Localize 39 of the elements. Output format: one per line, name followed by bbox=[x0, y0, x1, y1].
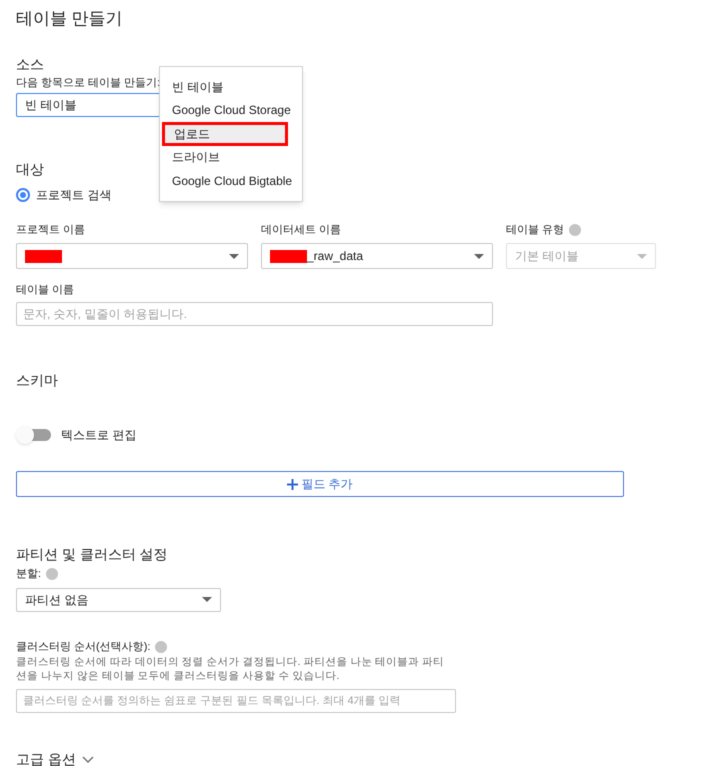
help-icon[interactable] bbox=[46, 568, 58, 580]
section-heading: 소스 bbox=[16, 55, 44, 73]
field-label: 데이터세트 이름 bbox=[261, 222, 342, 238]
field-label: 분할: bbox=[16, 567, 42, 582]
field-label: 테이블 유형 bbox=[506, 222, 564, 238]
select-field[interactable] bbox=[16, 243, 248, 269]
redaction-block bbox=[270, 250, 307, 262]
radio-button[interactable] bbox=[16, 188, 30, 202]
select-value: 기본 테이블 bbox=[515, 248, 578, 265]
select-field[interactable]: _raw_data bbox=[261, 243, 493, 269]
add-field-button[interactable]: 필드 추가 bbox=[16, 471, 624, 497]
section-heading: 스키마 bbox=[16, 371, 58, 389]
field-label: 클러스터링 순서(선택사항): bbox=[16, 640, 150, 654]
page-title: 테이블 만들기 bbox=[16, 8, 124, 30]
help-icon[interactable] bbox=[155, 640, 168, 653]
partition-select[interactable]: 파티션 없음 bbox=[16, 588, 221, 612]
plus-icon bbox=[287, 478, 298, 490]
help-text: 클러스터링 순서에 따라 데이터의 정렬 순서가 결정됩니다. 파티션을 나눈 테이블과 파티션을 나누지 않은 테이블 모두에 클러스터링을 사용할 수 있습니다. bbox=[16, 655, 446, 683]
dropdown-caret-icon bbox=[637, 254, 647, 258]
section-heading: 파티션 및 클러스터 설정 bbox=[16, 545, 168, 563]
section-heading: 대상 bbox=[16, 160, 44, 178]
field-label: 다음 항목으로 테이블 만들기: bbox=[16, 76, 160, 90]
chevron-icon bbox=[82, 756, 94, 763]
dropdown-caret-icon bbox=[474, 254, 484, 258]
select-value: _raw_data bbox=[307, 248, 364, 265]
toggle-switch[interactable] bbox=[16, 427, 51, 443]
advanced-options-toggle[interactable]: 고급 옵션 bbox=[16, 749, 94, 766]
menu-item[interactable]: 드라이브 bbox=[160, 146, 302, 169]
field-label: 프로젝트 이름 bbox=[16, 222, 86, 238]
table-name-input[interactable]: 문자, 숫자, 밑줄이 허용됩니다. bbox=[16, 302, 493, 326]
dropdown-caret-icon bbox=[229, 254, 239, 258]
redaction-block bbox=[25, 250, 62, 262]
menu-item[interactable]: 업로드 bbox=[162, 122, 288, 146]
menu-item[interactable]: Google Cloud Bigtable bbox=[160, 169, 302, 192]
clustering-order-input[interactable]: 클러스터링 순서를 정의하는 쉼표로 구분된 필드 목록입니다. 최대 4개를 입력 bbox=[16, 689, 456, 713]
radio-label: 프로젝트 검색 bbox=[36, 187, 112, 204]
field-label: 테이블 이름 bbox=[16, 283, 76, 297]
dropdown-caret-icon bbox=[202, 597, 212, 602]
toggle-label: 텍스트로 편집 bbox=[61, 427, 136, 444]
